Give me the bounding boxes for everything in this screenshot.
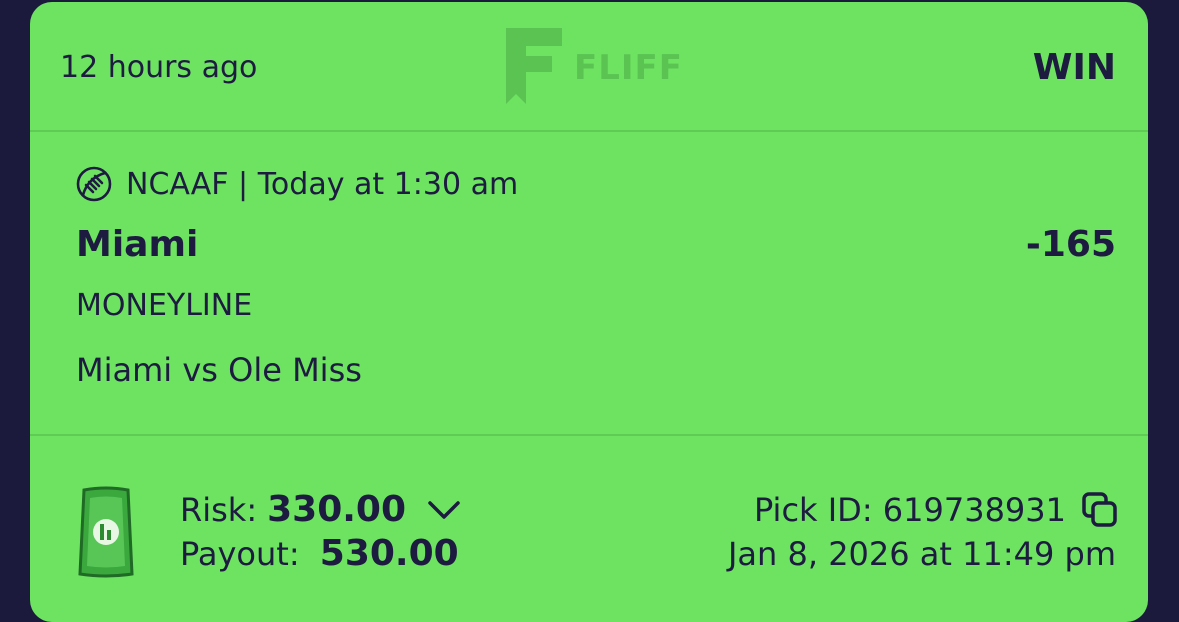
bet-card: 12 hours ago FLIFF WIN NCAAF | Today at … (30, 2, 1148, 622)
risk-label: Risk: (180, 491, 258, 529)
copy-icon[interactable] (1080, 490, 1120, 530)
risk-value: 330.00 (267, 489, 407, 530)
payout-value: 530.00 (319, 533, 459, 574)
bet-type: MONEYLINE (76, 288, 253, 323)
league-line: NCAAF | Today at 1:30 am (126, 166, 519, 202)
league-row: NCAAF | Today at 1:30 am (74, 164, 518, 204)
fliff-logo-icon (506, 28, 562, 104)
pick-team: Miami (76, 224, 199, 265)
card-header: 12 hours ago FLIFF WIN (30, 2, 1148, 131)
cash-icon (78, 486, 134, 578)
pick-id: Pick ID: 619738931 (753, 491, 1066, 529)
pick-date: Jan 8, 2026 at 11:49 pm (727, 535, 1116, 573)
football-icon (76, 166, 112, 202)
result-badge: WIN (1032, 47, 1116, 88)
matchup: Miami vs Ole Miss (76, 351, 362, 389)
pick-odds: -165 (1025, 224, 1116, 265)
divider (30, 434, 1148, 436)
pick-id-row: Pick ID: 619738931 (754, 490, 1120, 530)
fliff-logo: FLIFF (504, 26, 684, 106)
payout-row: Payout: 530.00 (180, 534, 459, 574)
risk-row[interactable]: Risk: 330.00 (180, 490, 464, 530)
logo-text: FLIFF (574, 48, 683, 88)
divider (30, 130, 1148, 132)
payout-label: Payout: (180, 535, 300, 573)
time-ago: 12 hours ago (60, 50, 258, 85)
chevron-down-icon[interactable] (424, 495, 464, 525)
